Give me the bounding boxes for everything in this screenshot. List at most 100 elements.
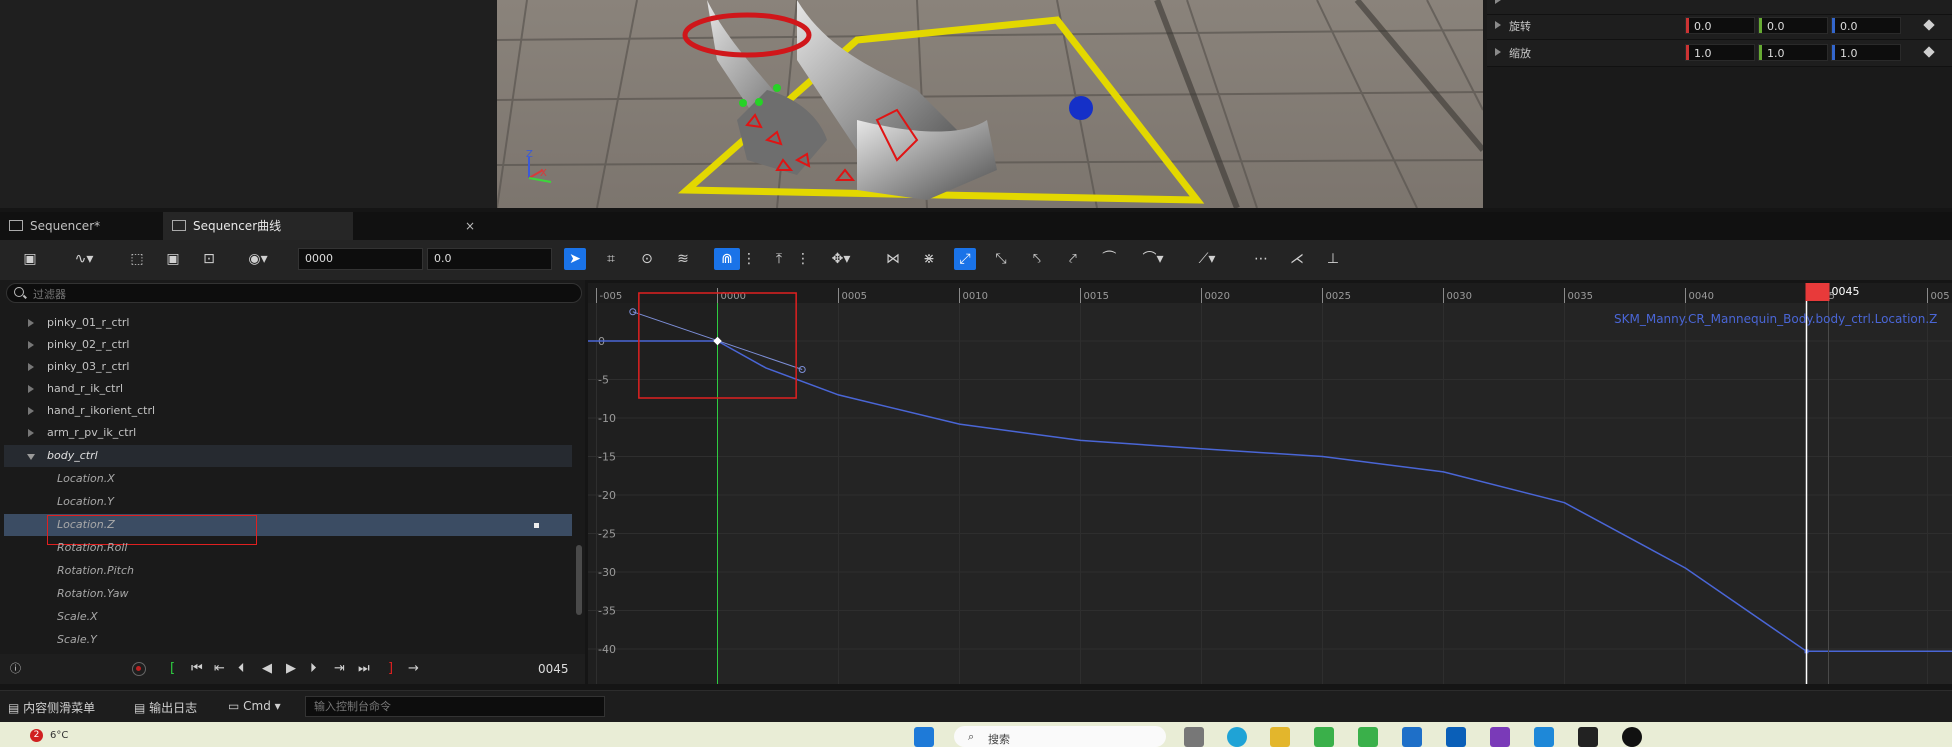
multi-select-tool-icon[interactable]: ≋ (672, 248, 694, 270)
level-viewport[interactable]: Z X (497, 0, 1483, 208)
expand-arrow-icon[interactable] (28, 341, 34, 349)
tree-item[interactable]: hand_r_ikorient_ctrl (4, 400, 572, 422)
tree-item-scale-y[interactable]: Scale.Y (4, 629, 572, 651)
frame-all-icon[interactable]: ▣ (162, 248, 184, 270)
unreal-engine-icon[interactable] (1622, 727, 1642, 747)
details-row-scale[interactable]: 缩放 1.0 1.0 1.0 (1487, 40, 1952, 67)
keyframe-icon[interactable] (1923, 46, 1935, 58)
set-end-icon[interactable]: ] (388, 661, 393, 677)
record-button[interactable] (132, 662, 146, 676)
constant-icon[interactable]: ⏜ (1098, 248, 1120, 270)
expand-arrow-icon[interactable] (28, 407, 34, 415)
normalize-icon[interactable]: ⤒ (768, 248, 790, 270)
content-drawer-button[interactable]: ▤ 内容侧滑菜单 (8, 699, 95, 716)
more-options-icon[interactable]: ⋮ (796, 248, 810, 270)
frame-selection-icon[interactable]: ⬚ (126, 248, 148, 270)
rotation-x-field[interactable]: 0.0 (1685, 17, 1755, 34)
outlook-icon[interactable] (1446, 727, 1466, 747)
expand-arrow-icon[interactable] (28, 385, 34, 393)
retime-tool-icon[interactable]: ⊙ (636, 248, 658, 270)
frame-field[interactable]: 0000 (298, 248, 423, 270)
tree-item[interactable]: arm_r_pv_ik_ctrl (4, 422, 572, 444)
taskbar-search[interactable]: ⌕ 搜索 (954, 726, 1166, 747)
tree-item[interactable]: pinky_01_r_ctrl (4, 312, 572, 334)
cmd-dropdown[interactable]: ▭ Cmd ▾ (228, 699, 281, 713)
select-tool-icon[interactable]: ➤ (564, 248, 586, 270)
vscode-icon[interactable] (1534, 727, 1554, 747)
scale-x-field[interactable]: 1.0 (1685, 44, 1755, 61)
jump-to-end-icon[interactable]: ⏭ (358, 661, 370, 677)
file-explorer-icon[interactable] (1270, 727, 1290, 747)
tree-item-rotation-roll[interactable]: Rotation.Roll (4, 537, 572, 559)
expand-arrow-icon[interactable] (28, 363, 34, 371)
expand-arrow-icon[interactable] (1495, 48, 1501, 56)
epic-games-icon[interactable] (1578, 727, 1598, 747)
scale-y-field[interactable]: 1.0 (1758, 44, 1828, 61)
tangent-dropdown[interactable]: ✥▾ (824, 248, 858, 270)
tree-item-rotation-yaw[interactable]: Rotation.Yaw (4, 583, 572, 605)
play-reverse-icon[interactable]: ◀ (262, 661, 272, 677)
next-key-icon[interactable]: ⇥ (334, 661, 345, 677)
set-start-icon[interactable]: [ (170, 661, 175, 677)
tree-item-location-z[interactable]: Location.Z (4, 514, 572, 545)
frame-horizontal-icon[interactable]: ⊡ (198, 248, 220, 270)
play-icon[interactable]: ▶ (286, 661, 296, 677)
transform-tool-icon[interactable]: ⌗ (600, 248, 622, 270)
details-row-rotation[interactable]: 旋转 0.0 0.0 0.0 (1487, 13, 1952, 40)
linear-icon[interactable]: ⤤ (1062, 248, 1084, 270)
post-infinity-dropdown[interactable]: ⟋▾ (1190, 248, 1224, 270)
rotation-z-field[interactable]: 0.0 (1831, 17, 1901, 34)
straighten-tangents-icon[interactable]: ⋇ (918, 248, 940, 270)
tree-item-rotation-pitch[interactable]: Rotation.Pitch (4, 560, 572, 582)
weather-temp[interactable]: 6°C (50, 730, 68, 741)
visual-studio-icon[interactable] (1490, 727, 1510, 747)
edge-icon[interactable] (1227, 727, 1247, 747)
expand-arrow-icon[interactable] (1495, 21, 1501, 29)
weather-badge[interactable]: 2 (30, 729, 43, 742)
next-frame-icon[interactable]: ⏵ (310, 661, 317, 677)
tree-item-scale-x[interactable]: Scale.X (4, 606, 572, 628)
previous-frame-icon[interactable]: ⏴ (238, 661, 245, 677)
tab-sequencer[interactable]: Sequencer* (0, 212, 185, 240)
tree-item[interactable]: hand_r_ik_ctrl (4, 378, 572, 400)
store-icon[interactable] (1402, 727, 1422, 747)
bake-icon[interactable]: ⋯ (1250, 248, 1272, 270)
tree-item[interactable]: pinky_03_r_ctrl (4, 356, 572, 378)
previous-key-icon[interactable]: ⇤ (214, 661, 225, 677)
tree-item-body-ctrl[interactable]: body_ctrl (4, 445, 572, 467)
view-options-dropdown[interactable]: ◉▾ (240, 248, 276, 270)
break-tangent-icon[interactable]: ⤣ (1026, 248, 1048, 270)
user-tangent-icon[interactable]: ⤡ (990, 248, 1012, 270)
task-view-icon[interactable] (1184, 727, 1204, 747)
flatten-tangents-icon[interactable]: ⋈ (882, 248, 904, 270)
auto-tangent-icon[interactable]: ⤢ (954, 248, 976, 270)
jump-to-start-icon[interactable]: ⏮ (191, 661, 203, 677)
info-icon[interactable]: ⓘ (10, 661, 21, 677)
console-command-input[interactable]: 输入控制台命令 (305, 696, 605, 717)
close-icon[interactable]: × (465, 212, 475, 240)
snap-options-icon[interactable]: ⋮ (742, 248, 756, 270)
curve-graph[interactable]: -005 0000 0005 0010 0015 0020 0025 0030 0035 0040… (588, 283, 1952, 684)
tree-scrollbar[interactable] (576, 545, 582, 615)
app-icon[interactable] (1358, 727, 1378, 747)
windows-start-icon[interactable] (914, 727, 934, 747)
tree-item-location-x[interactable]: Location.X (4, 468, 572, 490)
expand-arrow-icon[interactable] (28, 319, 34, 327)
keyframe-icon[interactable] (1923, 19, 1935, 31)
tree-item-location-y[interactable]: Location.Y (4, 491, 572, 513)
tree-item[interactable]: pinky_02_r_ctrl (4, 334, 572, 356)
expand-arrow-icon[interactable] (1495, 0, 1501, 4)
scale-z-field[interactable]: 1.0 (1831, 44, 1901, 61)
loop-icon[interactable]: → (408, 661, 419, 677)
pre-infinity-dropdown[interactable]: ⌒▾ (1136, 248, 1170, 270)
reduce-icon[interactable]: ⋌ (1286, 248, 1308, 270)
filter-icon[interactable]: ⊥ (1322, 248, 1344, 270)
save-icon[interactable]: ▣ (19, 248, 41, 270)
rotation-y-field[interactable]: 0.0 (1758, 17, 1828, 34)
filter-search-input[interactable]: 过滤器 (6, 283, 582, 303)
output-log-button[interactable]: ▤ 输出日志 (134, 699, 197, 716)
tab-sequencer-curves[interactable]: Sequencer曲线 × (163, 212, 475, 240)
app-icon[interactable] (1314, 727, 1334, 747)
value-field[interactable]: 0.0 (427, 248, 552, 270)
curve-view-dropdown[interactable]: ∿▾ (64, 248, 104, 270)
